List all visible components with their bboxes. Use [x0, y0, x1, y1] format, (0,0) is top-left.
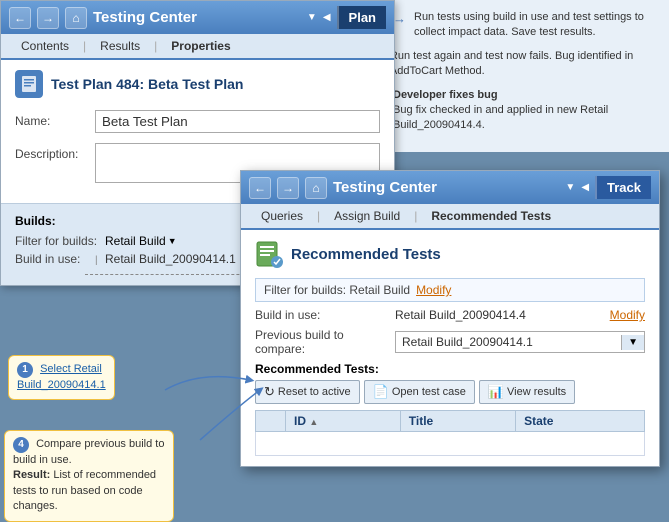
description-label: Description:	[15, 143, 95, 161]
open-test-case-button[interactable]: 📄 Open test case	[364, 380, 475, 404]
tab-contents[interactable]: Contents	[9, 34, 81, 60]
th-id[interactable]: ID ▲	[286, 411, 401, 432]
plan-window-title: Testing Center	[93, 9, 301, 26]
build-in-use-label-track: Build in use:	[255, 308, 395, 322]
open-label: Open test case	[392, 386, 466, 398]
rec-header: Recommended Tests	[255, 240, 645, 268]
callout-4-arrow	[190, 385, 270, 445]
prev-build-label: Previous build to compare:	[255, 328, 395, 356]
callout-panel: 2 → Run tests using build in use and tes…	[359, 0, 669, 152]
build-in-use-row-track: Build in use: Retail Build_20090414.4 Mo…	[255, 308, 645, 322]
tab-assign-build[interactable]: Assign Build	[322, 204, 412, 230]
plan-nav-arrow[interactable]: ◀	[323, 12, 331, 23]
table-body	[256, 432, 645, 456]
track-window: ← → ⌂ Testing Center ▼ ◀ Track Queries |…	[240, 170, 660, 467]
callout-4-bubble: 4 Compare previous build to build in use…	[4, 430, 174, 522]
th-title-label: Title	[409, 414, 433, 428]
name-label: Name:	[15, 110, 95, 128]
prev-build-row: Previous build to compare: ▼	[255, 328, 645, 356]
th-state-label: State	[524, 414, 553, 428]
filter-dropdown-icon[interactable]: ▼	[168, 236, 177, 246]
plan-dropdown-arrow[interactable]: ▼	[307, 12, 317, 23]
callout-text-3: Developer fixes bug Bug fix checked in a…	[393, 88, 657, 134]
track-tabs: Queries | Assign Build | Recommended Tes…	[241, 204, 659, 230]
view-label: View results	[507, 386, 566, 398]
callout-text-2: Run tests using build in use and test se…	[414, 10, 657, 41]
track-forward-button[interactable]: →	[277, 177, 299, 199]
callout-desc-3: Bug fix checked in and applied in new Re…	[393, 104, 608, 131]
callout-label-3: Developer fixes bug	[393, 88, 657, 103]
filter-value: Retail Build	[105, 234, 166, 248]
build-in-use-value: Retail Build_20090414.1	[105, 252, 236, 266]
reset-label: Reset to active	[278, 386, 351, 398]
reset-to-active-button[interactable]: ↻ Reset to active	[255, 380, 360, 404]
build-modify-link[interactable]: Modify	[610, 308, 645, 322]
track-back-button[interactable]: ←	[249, 177, 271, 199]
forward-button[interactable]: →	[37, 7, 59, 29]
rec-icon	[255, 240, 283, 268]
th-id-label: ID	[294, 414, 306, 428]
rec-title: Recommended Tests	[291, 246, 441, 263]
prev-build-input[interactable]	[396, 332, 621, 352]
prev-build-input-container: ▼	[395, 331, 645, 353]
filter-modify-link[interactable]: Modify	[416, 283, 451, 297]
tab-properties[interactable]: Properties	[159, 34, 242, 60]
toolbar-row: ↻ Reset to active 📄 Open test case 📊 Vie…	[255, 380, 645, 404]
back-button[interactable]: ←	[9, 7, 31, 29]
callout-4-text: Compare previous build to build in use.R…	[13, 438, 164, 512]
table-header-row: ID ▲ Title State	[256, 411, 645, 432]
track-home-button[interactable]: ⌂	[305, 177, 327, 199]
callout-1-num: 1	[17, 362, 33, 378]
tests-table: ID ▲ Title State	[255, 410, 645, 456]
callout-1-bubble: 1 Select RetailBuild_20090414.1	[8, 355, 115, 400]
table-row-empty	[256, 432, 645, 456]
name-row: Name:	[15, 110, 380, 133]
th-title[interactable]: Title	[400, 411, 515, 432]
name-input[interactable]	[95, 110, 380, 133]
track-dropdown-arrow[interactable]: ▼	[565, 182, 575, 193]
track-badge: Track	[595, 176, 651, 199]
track-titlebar: ← → ⌂ Testing Center ▼ ◀ Track	[241, 171, 659, 204]
rec-tests-content: Recommended Tests Filter for builds: Ret…	[241, 230, 659, 466]
build-in-use-label: Build in use:	[15, 252, 105, 266]
plan-header: Test Plan 484: Beta Test Plan	[15, 70, 380, 98]
filter-builds-label: Filter for builds: Retail Build	[264, 283, 410, 297]
view-results-button[interactable]: 📊 View results	[479, 380, 575, 404]
home-button[interactable]: ⌂	[65, 7, 87, 29]
rec-tests-label: Recommended Tests:	[255, 362, 645, 376]
callout-4-num: 4	[13, 437, 29, 453]
callout-item-3: 3 Developer fixes bug Bug fix checked in…	[371, 88, 657, 134]
tab-results[interactable]: Results	[88, 34, 152, 60]
plan-title: Test Plan 484: Beta Test Plan	[51, 76, 243, 92]
filter-dropdown[interactable]: Retail Build ▼	[105, 234, 177, 248]
callout-item-bug: ↩ Run test again and test now fails. Bug…	[371, 49, 657, 80]
view-icon: 📊	[488, 384, 504, 400]
track-nav-arrow[interactable]: ◀	[581, 182, 589, 193]
filter-builds-row: Filter for builds: Retail Build Modify	[255, 278, 645, 302]
plan-tabs: Contents | Results | Properties	[1, 34, 394, 60]
callout-item-2: 2 → Run tests using build in use and tes…	[371, 10, 657, 41]
tab-queries[interactable]: Queries	[249, 204, 315, 230]
tab-recommended-tests[interactable]: Recommended Tests	[419, 204, 563, 230]
prev-build-dropdown-btn[interactable]: ▼	[621, 335, 644, 350]
plan-icon	[15, 70, 43, 98]
track-window-title: Testing Center	[333, 179, 559, 196]
th-state[interactable]: State	[516, 411, 645, 432]
open-icon: 📄	[373, 384, 389, 400]
plan-badge: Plan	[337, 6, 386, 29]
callout-text-bug: Run test again and test now fails. Bug i…	[390, 49, 657, 80]
sort-icon: ▲	[309, 417, 318, 427]
filter-label: Filter for builds:	[15, 234, 105, 248]
plan-titlebar: ← → ⌂ Testing Center ▼ ◀ Plan	[1, 1, 394, 34]
build-in-use-value-track: Retail Build_20090414.4	[395, 308, 604, 322]
